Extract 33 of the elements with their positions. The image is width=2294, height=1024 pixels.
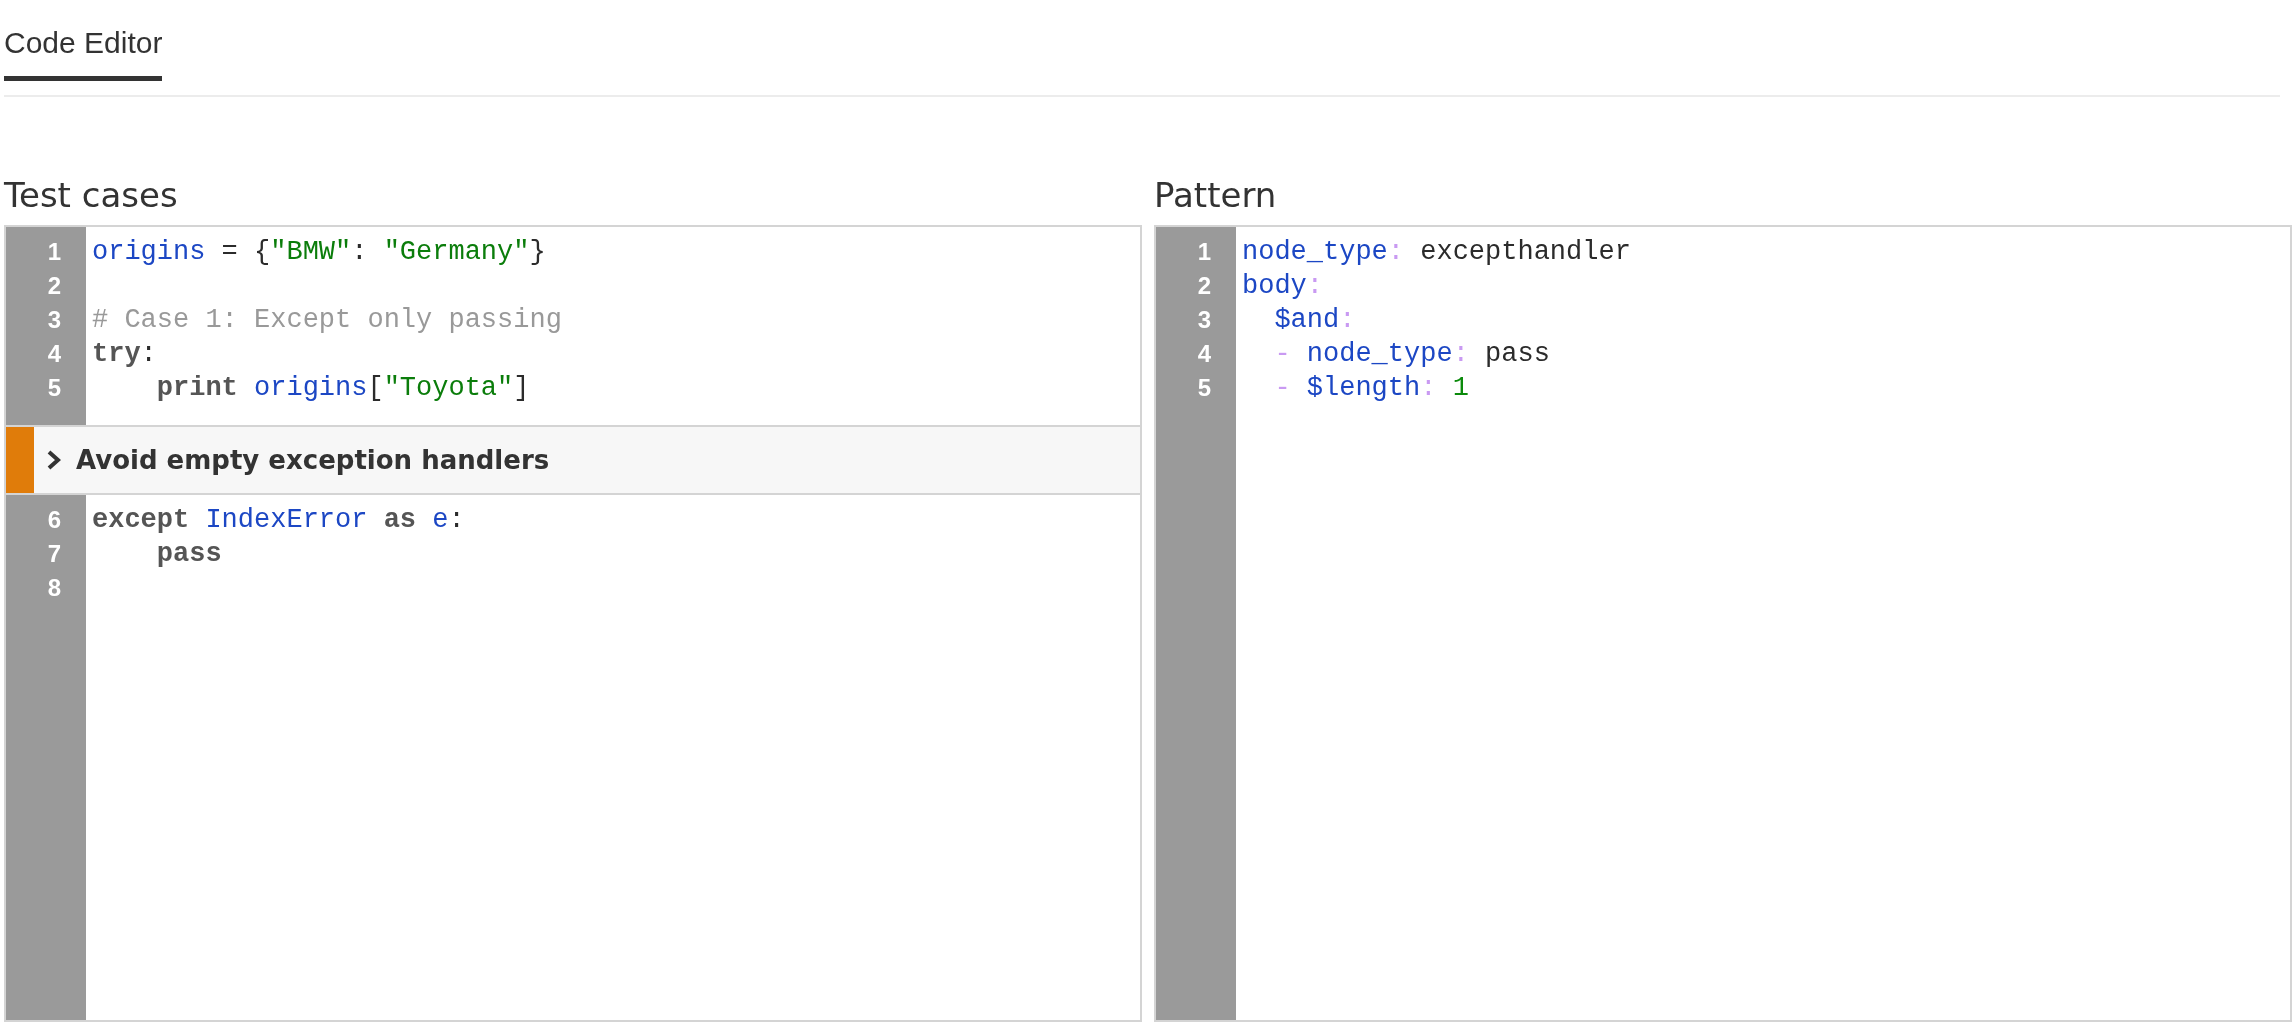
code-line: print origins["Toyota"] bbox=[155, 372, 531, 405]
warning-row[interactable]: Avoid empty exception handlers bbox=[6, 425, 1140, 495]
panel-title: Test cases bbox=[4, 174, 179, 217]
severity-strip bbox=[6, 427, 34, 493]
line-number: 1 bbox=[46, 237, 61, 267]
warning-message: Avoid empty exception handlers bbox=[76, 445, 550, 475]
code-line: # Case 1: Except only passing bbox=[92, 304, 563, 337]
line-number: 2 bbox=[1196, 271, 1211, 301]
code-line: origins = {"BMW": "Germany"} bbox=[92, 236, 547, 269]
panel-title: Pattern bbox=[1154, 174, 1278, 217]
line-number: 8 bbox=[46, 573, 61, 603]
line-number: 2 bbox=[46, 271, 61, 301]
code-editor[interactable]: 1 2 3 4 5 origins = {"BMW": "Germany"} # Case 1: Except only passing try: print origins["Toyota"] Avoid empty exception handlers 6 7 8 except IndexError as e: pass bbox=[4, 225, 1142, 1022]
line-number: 4 bbox=[1196, 339, 1211, 369]
code-line: $and: bbox=[1273, 304, 1357, 337]
line-number: 3 bbox=[46, 305, 61, 335]
code-line: body: bbox=[1242, 270, 1324, 303]
code-line: - node_type: pass bbox=[1273, 338, 1551, 371]
code-line: except IndexError as e: bbox=[92, 504, 466, 537]
line-number: 6 bbox=[46, 505, 61, 535]
line-number: 3 bbox=[1196, 305, 1211, 335]
code-line: - $length: 1 bbox=[1273, 372, 1470, 405]
line-number: 4 bbox=[46, 339, 61, 369]
line-number: 5 bbox=[1196, 373, 1211, 403]
chevron-icon[interactable] bbox=[46, 449, 62, 471]
line-number: 7 bbox=[46, 539, 61, 569]
editor-tab[interactable]: Code Editor bbox=[4, 0, 163, 81]
code-line: try: bbox=[92, 338, 158, 371]
code-line: node_type: excepthandler bbox=[1242, 236, 1632, 269]
line-number: 1 bbox=[1196, 237, 1211, 267]
line-number: 5 bbox=[46, 373, 61, 403]
code-editor[interactable]: 1 2 3 4 5 node_type: excepthandler body: $and: - node_type: pass - $length: 1 bbox=[1154, 225, 2292, 1022]
code-line: pass bbox=[155, 538, 223, 571]
